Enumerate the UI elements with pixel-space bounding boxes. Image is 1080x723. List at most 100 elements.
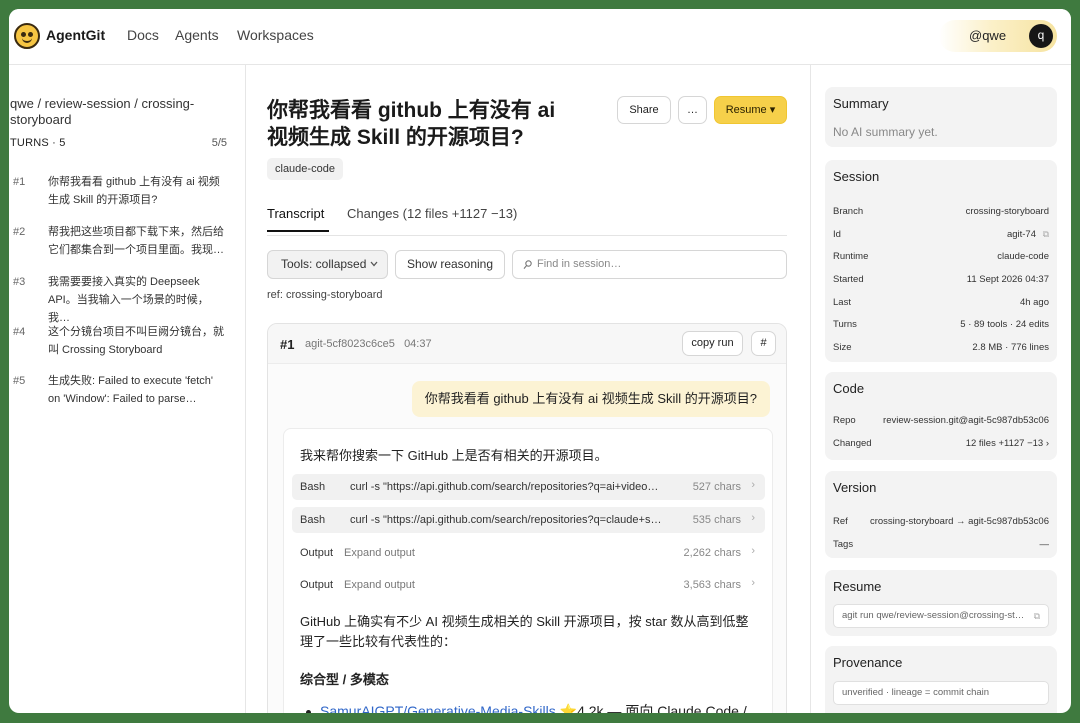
row-key: Size: [833, 342, 852, 353]
summary-panel: Summary No AI summary yet.: [825, 87, 1057, 147]
chevron-right-icon: ›: [751, 545, 755, 557]
resume-command: agit run qwe/review-session@crossing-st…: [842, 610, 1025, 621]
expand-output-link[interactable]: Expand output: [344, 547, 415, 559]
turn-number: #3: [13, 276, 26, 288]
row-value[interactable]: 12 files +1127 −13 ›: [966, 438, 1049, 449]
turn-text: 生成失败: Failed to execute 'fetch' on 'Wind…: [48, 375, 213, 405]
tool-call-row[interactable]: Bash curl -s "https://api.github.com/sea…: [292, 507, 765, 533]
top-navbar: AgentGit Docs Agents Workspaces @qwe q: [9, 9, 1071, 65]
user-menu[interactable]: @qwe q: [939, 20, 1057, 52]
nav-docs[interactable]: Docs: [127, 27, 159, 43]
runtime-tag: claude-code: [267, 158, 343, 180]
row-key: Runtime: [833, 251, 869, 262]
output-row[interactable]: Output Expand output 2,262 chars ›: [292, 540, 765, 566]
turn-text: 帮我把这些项目都下载下来，然后给它们都集合到一个项目里面。我现…: [48, 226, 224, 256]
tools-select[interactable]: Tools: collapsed: [267, 250, 388, 279]
repo-description: ⭐4.2k — 面向 Claude Code /: [559, 703, 747, 713]
copy-icon[interactable]: ⧉: [1043, 229, 1049, 240]
row-key: Last: [833, 297, 851, 308]
resume-panel: Resume agit run qwe/review-session@cross…: [825, 570, 1057, 636]
app-window: AgentGit Docs Agents Workspaces @qwe q q…: [9, 9, 1071, 713]
tool-call-row[interactable]: Bash curl -s "https://api.github.com/sea…: [292, 474, 765, 500]
copy-icon[interactable]: ⧉: [1034, 605, 1040, 627]
chevron-right-icon: ›: [751, 577, 755, 589]
tab-transcript[interactable]: Transcript: [267, 206, 324, 221]
output-row[interactable]: Output Expand output 3,563 chars ›: [292, 572, 765, 598]
resume-button[interactable]: Resume ▾: [714, 96, 787, 124]
chevron-right-icon: ›: [751, 479, 755, 491]
summary-text: No AI summary yet.: [833, 125, 938, 139]
tool-name: Bash: [300, 514, 326, 526]
ref-label: ref: crossing-storyboard: [267, 289, 383, 301]
copy-run-button[interactable]: copy run: [682, 331, 743, 356]
provenance-title: Provenance: [833, 655, 903, 670]
session-title: Session: [833, 169, 880, 184]
session-panel: Session Branch crossing-storyboard Id agit…: [825, 160, 1057, 362]
search-placeholder: Find in session…: [537, 258, 622, 270]
turn-number: #5: [13, 375, 26, 387]
turn-text: 这个分镜台项目不叫巨阙分镜台，就叫 Crossing Storyboard: [48, 326, 224, 356]
row-key: Repo: [833, 415, 856, 426]
output-label: Output: [300, 547, 334, 559]
nav-workspaces[interactable]: Workspaces: [237, 27, 314, 43]
turn-number: #2: [13, 226, 26, 238]
turn-number: #1: [13, 176, 26, 188]
tools-select-value: Tools: collapsed: [281, 257, 367, 271]
turns-heading: TURNS · 5: [10, 137, 66, 149]
turn-card-header: #1 agit-5cf8023c6ce5 04:37 copy run #: [268, 324, 786, 364]
code-panel: Code Repo review-session.git@agit-5c987db…: [825, 372, 1057, 460]
turns-counter: 5/5: [211, 137, 227, 149]
tool-size: 527 chars: [692, 481, 741, 493]
user-message-bubble: 你帮我看看 github 上有没有 ai 视频生成 Skill 的开源项目?: [411, 381, 770, 417]
provenance-panel: Provenance unverified · lineage = commit…: [825, 646, 1057, 713]
code-title: Code: [833, 381, 865, 396]
assistant-reply: 我来帮你搜索一下 GitHub 上是否有相关的开源项目。 Bash curl -…: [283, 428, 773, 713]
row-key: Branch: [833, 206, 864, 217]
output-size: 2,262 chars: [683, 547, 741, 559]
row-value: agit-74: [1006, 229, 1036, 240]
session-main: 你帮我看看 github 上有没有 ai 视频生成 Skill 的开源项目? S…: [247, 65, 809, 713]
resume-title: Resume: [833, 579, 882, 594]
details-panel: Summary No AI summary yet. Session Branc…: [810, 65, 1071, 713]
row-key: Turns: [833, 319, 857, 330]
chevron-right-icon: ›: [751, 512, 755, 524]
share-button[interactable]: Share: [617, 96, 671, 124]
tabs-divider: [267, 235, 787, 236]
find-in-session-input[interactable]: Find in session…: [512, 250, 787, 279]
agentgit-logo-icon[interactable]: [14, 23, 40, 49]
repo-link[interactable]: SamurAIGPT/Generative-Media-Skills: [320, 703, 556, 713]
row-value: 5 · 89 tools · 24 edits: [960, 319, 1049, 330]
turn-card: #1 agit-5cf8023c6ce5 04:37 copy run # 你帮…: [267, 323, 787, 713]
tab-changes[interactable]: Changes (12 files +1127 −13): [347, 206, 517, 221]
row-key: Id: [833, 229, 841, 240]
summary-title: Summary: [833, 96, 889, 111]
show-reasoning-button[interactable]: Show reasoning: [395, 250, 505, 279]
tool-size: 535 chars: [692, 514, 741, 526]
row-value[interactable]: review-session.git@agit-5c987db53c06: [883, 415, 1049, 426]
tool-command: curl -s "https://api.github.com/search/r…: [350, 481, 659, 493]
permalink-button[interactable]: #: [751, 331, 776, 356]
breadcrumb[interactable]: qwe / review-session / crossing-storyboa…: [10, 96, 210, 128]
output-size: 3,563 chars: [683, 579, 741, 591]
nav-agents[interactable]: Agents: [175, 27, 219, 43]
turn-text: 你帮我看看 github 上有没有 ai 视频生成 Skill 的开源项目?: [48, 176, 220, 206]
turn-number: #4: [13, 326, 26, 338]
output-label: Output: [300, 579, 334, 591]
row-value: crossing-storyboard: [965, 206, 1049, 217]
avatar: q: [1029, 24, 1053, 48]
turn-card-meta: agit-5cf8023c6ce5 04:37: [305, 338, 432, 350]
reply-summary: GitHub 上确实有不少 AI 视频生成相关的 Skill 开源项目，按 st…: [300, 614, 749, 649]
more-button[interactable]: …: [678, 96, 707, 124]
turn-text: 我需要要接入真实的 Deepseek API。当我输入一个场景的时候，我…: [48, 276, 209, 324]
row-value: crossing-storyboard → agit-5c987db53c06: [869, 516, 1049, 527]
tool-command: curl -s "https://api.github.com/search/r…: [350, 514, 662, 526]
turn-card-number: #1: [280, 337, 295, 352]
reply-section-heading: 综合型 / 多模态: [300, 672, 389, 687]
reply-intro: 我来帮你搜索一下 GitHub 上是否有相关的开源项目。: [300, 448, 608, 463]
expand-output-link[interactable]: Expand output: [344, 579, 415, 591]
resume-command-box[interactable]: agit run qwe/review-session@crossing-st……: [833, 604, 1049, 628]
active-tab-indicator: [267, 230, 329, 232]
brand-name[interactable]: AgentGit: [46, 27, 105, 43]
search-icon: [523, 260, 532, 269]
user-handle: @qwe: [969, 28, 1007, 43]
